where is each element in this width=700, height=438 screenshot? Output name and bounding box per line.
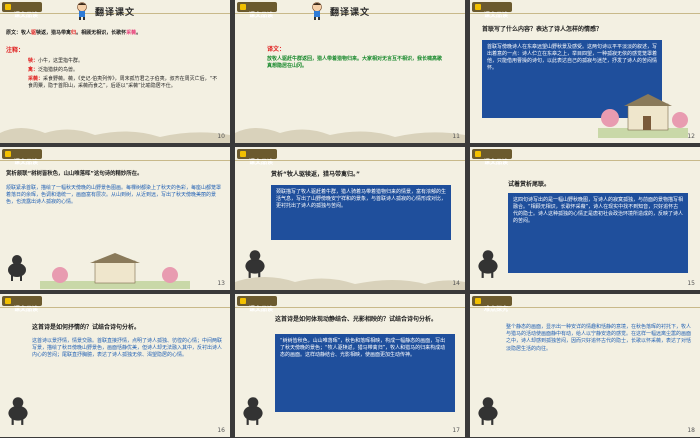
section-chip: 难点探究: [472, 296, 513, 313]
section-chip: 课文品读: [237, 149, 278, 166]
question-text: 这首诗是如何抒情的？试结合诗句分析。: [32, 324, 141, 331]
slide-thumbnail-10[interactable]: 课文品读 翻译课文 原文：牧人驱犊返，猎马带禽归。相顾无相识，长歌怀采薇。 注释…: [0, 0, 230, 143]
ox-illustration: [478, 250, 498, 278]
house-illustration: [40, 253, 190, 289]
landscape-decoration: [235, 128, 465, 143]
answer-text: 颔联紧承首联，描绘了一幅秋天傍晚的山野景色图画。每棵树都染上了秋天的色彩，每座山…: [6, 185, 222, 206]
slide-header: 课文品读: [470, 0, 700, 19]
page-number: 17: [452, 427, 460, 434]
slide-header: 难点探究: [470, 294, 700, 313]
page-number: 18: [687, 427, 695, 434]
answer-box: 颈联描写了牧人驱赶着牛群，猎人骑着马带着猎物归来的情景，富有浓郁的生活气息，写出…: [271, 185, 451, 240]
answer-box: “树树皆秋色，山山唯落晖”，秋色和落晖相映，构成一幅静态的画面，写出了秋天傍晚的…: [275, 334, 455, 412]
page-number: 10: [217, 133, 225, 140]
ox-illustration: [478, 397, 498, 425]
answer-text: 整个静态的画面，显示出一种安详的情趣和恬静的意境，在秋色落晖的衬托下，牧人与猎马…: [506, 324, 692, 352]
ox-illustration: [8, 255, 26, 281]
landscape-decoration: [235, 277, 465, 290]
section-chip: 课文品读: [2, 296, 43, 313]
slide-thumbnail-18[interactable]: 难点探究 整个静态的画面，显示出一种安详的情趣和恬静的意境，在秋色落晖的衬托下，…: [470, 294, 700, 437]
page-number: 14: [452, 280, 460, 287]
question-text: 赏析“牧人驱犊返，猎马带禽归。”: [271, 171, 360, 178]
landscape-decoration: [0, 128, 230, 143]
question-text: 首联写了什么内容？表达了诗人怎样的情感？: [482, 26, 603, 33]
note-3: 采薇：采食野薇。薇，《史记·伯夷列传》，周末孤竹君之子伯夷，叔齐在周灭亡后，“不…: [28, 76, 218, 90]
highlight-word: 采薇: [126, 30, 137, 36]
note-1: 犊：小牛，这里指牛群。: [28, 58, 84, 64]
slide-title: 翻译课文: [95, 8, 136, 18]
translation-text: 放牧人驱赶牛群返回，猎人带着猎物归来。大家相对无言互不相识，我长啸高歌真想隐居在…: [267, 56, 443, 70]
question-text: 赏析颔联“树树皆秋色，山山唯落晖”这句诗的精妙所在。: [6, 171, 143, 177]
ox-illustration: [243, 397, 263, 425]
slide-header: 课文品读: [235, 147, 465, 166]
answer-box: 这四句诗写出的是一幅山野秋晚图，写诗人的寂寞孤独，与前面的景物描写相融合。“相顾…: [508, 193, 688, 273]
question-text: 这首诗是如何体现动静结合、光影相映的？试结合诗句分析。: [275, 316, 438, 323]
translation-label: 译文：: [267, 46, 286, 53]
slide-header: 课文品读: [0, 294, 230, 313]
slide-header: 课文品读: [0, 147, 230, 166]
text-part: 。: [136, 30, 142, 36]
slide-title: 翻译课文: [330, 8, 371, 18]
slide-thumbnail-11[interactable]: 课文品读 翻译课文 译文： 放牧人驱赶牛群返回，猎人带着猎物归来。大家相对无言互…: [235, 0, 465, 143]
question-text: 试着赏析尾联。: [508, 181, 551, 188]
text-part: 。相顾无相识，长歌怀: [76, 30, 127, 36]
page-number: 15: [687, 280, 695, 287]
section-chip: 课文品读: [2, 149, 43, 166]
slide-thumbnail-16[interactable]: 课文品读 这首诗是如何抒情的？试结合诗句分析。 这首诗以景抒情，情景交融。首联直…: [0, 294, 230, 437]
slide-header: 课文品读: [235, 294, 465, 313]
house-illustration: [598, 94, 688, 138]
cartoon-boy-icon: [77, 2, 87, 20]
slide-thumbnail-13[interactable]: 课文品读 赏析颔联“树树皆秋色，山山唯落晖”这句诗的精妙所在。 颔联紧承首联，描…: [0, 147, 230, 290]
cartoon-boy-icon: [312, 2, 322, 20]
slide-thumbnail-17[interactable]: 课文品读 这首诗是如何体现动静结合、光影相映的？试结合诗句分析。 “树树皆秋色，…: [235, 294, 465, 437]
slide-thumbnail-14[interactable]: 课文品读 赏析“牧人驱犊返，猎马带禽归。” 颈联描写了牧人驱赶着牛群，猎人骑着马…: [235, 147, 465, 290]
section-chip: 课文品读: [472, 149, 513, 166]
note-2: 禽：泛指猎获的鸟兽。: [28, 67, 79, 73]
text-part: 原文：牧人: [6, 30, 32, 36]
text-part: 犊返，猎马带禽: [36, 30, 72, 36]
notes-label: 注释：: [6, 47, 25, 54]
slide-header: 课文品读: [470, 147, 700, 166]
section-chip: 课文品读: [237, 296, 278, 313]
slide-thumbnail-12[interactable]: 课文品读 首联写了什么内容？表达了诗人怎样的情感？ 首联写傍晚诗人在东皋远望山野…: [470, 0, 700, 143]
page-number: 16: [217, 427, 225, 434]
ox-illustration: [8, 397, 28, 425]
section-chip: 课文品读: [237, 2, 278, 19]
answer-text: 这首诗以景抒情，情景交融。首联直接抒情，点明了诗人孤独、彷徨的心情；中间两联写景…: [32, 338, 223, 359]
section-chip: 课文品读: [2, 2, 43, 19]
original-text: 原文：牧人驱犊返，猎马带禽归。相顾无相识，长歌怀采薇。: [6, 30, 221, 37]
page-number: 13: [217, 280, 225, 287]
page-number: 11: [452, 133, 460, 140]
page-number: 12: [687, 133, 695, 140]
slide-thumbnail-15[interactable]: 课文品读 试着赏析尾联。 这四句诗写出的是一幅山野秋晚图，写诗人的寂寞孤独，与前…: [470, 147, 700, 290]
section-chip: 课文品读: [472, 2, 513, 19]
